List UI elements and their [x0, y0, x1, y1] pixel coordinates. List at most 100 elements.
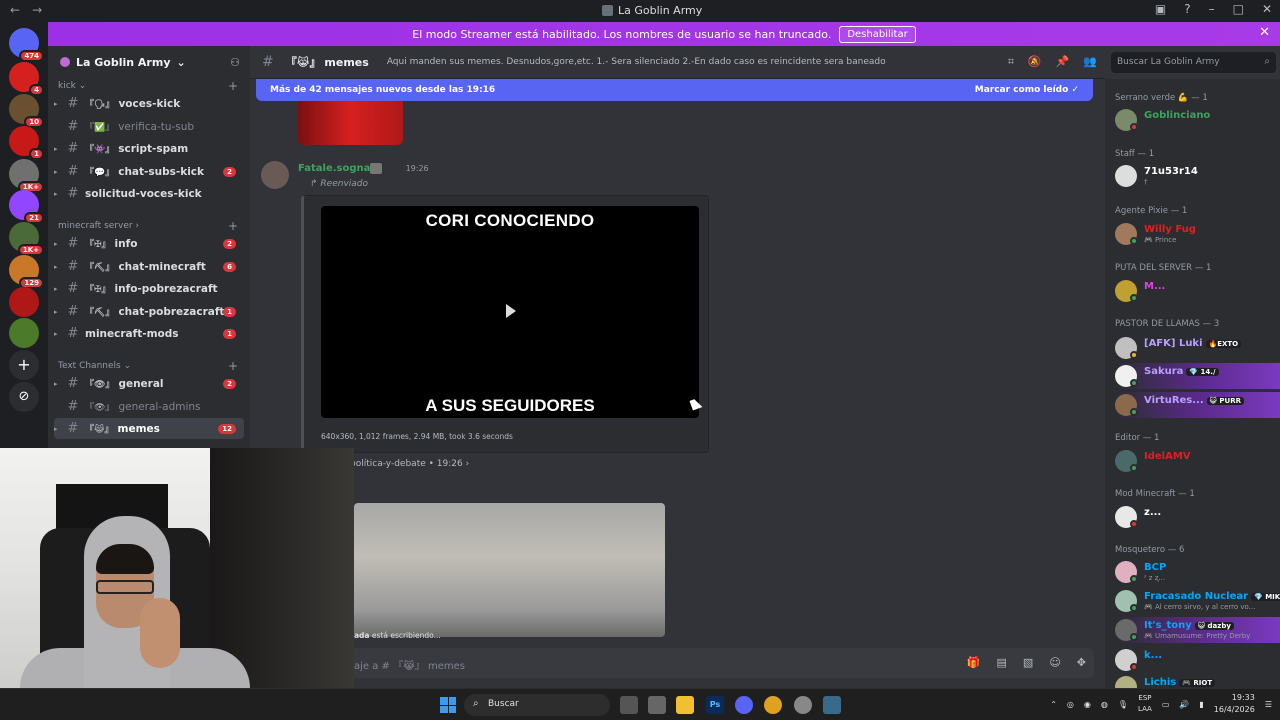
microphone-icon[interactable]: 🎙 [1118, 700, 1128, 709]
server-header[interactable]: La Goblin Army ⌄ ⚇ [48, 46, 250, 78]
add-server-icon[interactable]: + [9, 350, 39, 380]
channel-script-spam[interactable]: ▸ # 『👾』 script-spam [54, 138, 244, 159]
close-icon[interactable]: ✕ [1259, 25, 1270, 40]
maximize-button[interactable]: □ [1233, 2, 1244, 16]
pin-icon[interactable]: 📌 [1056, 55, 1070, 69]
message-input[interactable]: aje a # 『😹』 memes 🎁 ▤ ▧ ☺ ✥ [256, 648, 1094, 678]
server-icon[interactable]: 1 [9, 126, 44, 160]
channel-chat-minecraft[interactable]: ▸ # 『⛏』 chat-minecraft 6 [54, 256, 244, 277]
help-icon[interactable]: ? [1184, 2, 1190, 16]
thread-link[interactable]: política-y-debate • 19:26 › [350, 459, 469, 469]
member-item[interactable]: Sakura 💎 14./ [1115, 363, 1280, 389]
member-item[interactable]: M... [1115, 278, 1280, 304]
invite-icon[interactable]: ⚇ [230, 56, 240, 69]
language-indicator[interactable]: ESP LAA [1138, 693, 1152, 715]
chrome-icon[interactable] [764, 696, 782, 714]
member-item[interactable]: 71u53r14 † [1115, 163, 1280, 189]
gif-icon[interactable]: ▤ [997, 656, 1007, 669]
gift-icon[interactable]: 🎁 [967, 656, 981, 669]
member-item[interactable]: VirtuRes... 😺 PURR [1115, 392, 1280, 418]
member-item[interactable]: Fracasado Nuclear💎 MIKU🎮 Al cerro sirvo,… [1115, 588, 1280, 614]
channel-topic[interactable]: Aqui manden sus memes. Desnudos,gore,etc… [387, 57, 886, 67]
channel-chat-pobrezacraft[interactable]: ▸ # 『⛏』 chat-pobrezacraft 1 [54, 301, 244, 322]
hash-icon: # [67, 119, 79, 134]
inbox-icon[interactable]: ▣ [1155, 2, 1166, 16]
member-item[interactable]: [AFK] Luki 🔥EXTO [1115, 335, 1280, 361]
channel-chat-subs-kick[interactable]: ▸ # 『💬』 chat-subs-kick 2 [54, 161, 244, 182]
category-kick[interactable]: kick ⌄ + [58, 79, 238, 93]
member-item[interactable]: Willy Fug 🎮 Prince [1115, 221, 1280, 247]
server-icon[interactable] [9, 318, 39, 348]
discover-icon[interactable]: ⊘ [9, 382, 39, 412]
windows-start-icon[interactable] [440, 697, 456, 713]
member-item[interactable]: Goblinciano [1115, 107, 1280, 133]
channel-voces-kick[interactable]: ▸ # 『🗣』 voces-kick [54, 93, 244, 114]
terminal-icon[interactable] [648, 696, 666, 714]
add-channel-icon[interactable]: + [228, 79, 238, 93]
avatar[interactable] [261, 161, 289, 189]
member-item[interactable]: z... [1115, 504, 1280, 530]
search-input[interactable]: Buscar La Goblin Army ⌕ [1111, 52, 1276, 73]
notification-bell-icon[interactable]: 🔕 [1028, 55, 1042, 69]
taskbar-search[interactable]: ⌕ Buscar [464, 694, 610, 716]
server-icon[interactable]: 1K+ [9, 159, 44, 193]
new-messages-bar[interactable]: Más de 42 mensajes nuevos desde las 19:1… [256, 79, 1093, 101]
member-item[interactable]: k... [1115, 647, 1280, 673]
add-channel-icon[interactable]: + [228, 219, 238, 233]
clock[interactable]: 19:33 16/4/2026 [1214, 692, 1255, 716]
calculator-icon[interactable] [823, 696, 841, 714]
chevron-up-icon[interactable]: ⌃ [1050, 700, 1057, 709]
threads-icon[interactable]: ⌗ [1008, 55, 1014, 69]
channel-verifica-tu-sub[interactable]: # 『✅』 verifica-tu-sub [54, 116, 244, 137]
channel-general[interactable]: ▸ # 『👁』 general 2 [54, 373, 244, 394]
server-icon[interactable]: 4 [9, 62, 44, 96]
video-player[interactable]: CORI CONOCIENDO A SUS SEGUIDORES [321, 206, 699, 418]
disable-streamer-button[interactable]: Deshabilitar [839, 25, 916, 43]
twitch-server-icon[interactable]: 21 [9, 190, 44, 224]
user-tag-icon [370, 163, 382, 174]
sticker-icon[interactable]: ▧ [1023, 656, 1033, 669]
channel-info-pobrezacraft[interactable]: ▸ # 『✠』 info-pobrezacraft [54, 278, 244, 299]
server-icon[interactable]: 1K+ [9, 222, 44, 256]
member-item[interactable]: BCP ᶻ z ʐ... [1115, 559, 1280, 585]
task-view-icon[interactable] [620, 696, 638, 714]
channel-minecraft-mods[interactable]: ▸ # minecraft-mods 1 [54, 323, 244, 344]
apps-icon[interactable]: ✥ [1077, 656, 1086, 669]
file-explorer-icon[interactable] [676, 696, 694, 714]
channel-general-admins[interactable]: # 『👁』 general-admins [54, 396, 244, 417]
mark-as-read-button[interactable]: Marcar como leído ✓ [975, 85, 1079, 95]
image-attachment[interactable] [354, 503, 665, 637]
play-icon[interactable] [506, 304, 516, 318]
avatar [1115, 165, 1137, 187]
channel-memes[interactable]: ▸ # 『😹』 memes 12 [54, 418, 244, 439]
server-icon[interactable] [9, 287, 39, 317]
back-arrow-icon[interactable]: ← [10, 3, 20, 17]
channel-solicitud-voces-kick[interactable]: ▸ # solicitud-voces-kick [54, 183, 244, 204]
server-icon[interactable]: 129 [9, 255, 44, 289]
app-icon[interactable] [794, 696, 812, 714]
discord-icon[interactable] [735, 696, 753, 714]
add-channel-icon[interactable]: + [228, 359, 238, 373]
notifications-icon[interactable]: ☰ [1265, 700, 1272, 709]
tray-app-icon[interactable]: ◉ [1084, 700, 1091, 709]
emoji-icon[interactable]: ☺ [1049, 656, 1060, 669]
member-list-icon[interactable]: 👥 [1083, 55, 1097, 69]
previous-media-attachment[interactable] [298, 101, 403, 145]
server-icon[interactable]: 10 [9, 94, 44, 128]
channel-info[interactable]: ▸ # 『✠』 info 2 [54, 233, 244, 254]
hash-icon: # [67, 326, 79, 341]
photoshop-icon[interactable]: Ps [706, 696, 724, 714]
direct-messages-icon[interactable]: 474 [9, 28, 44, 62]
volume-icon[interactable]: 🔊 [1179, 700, 1189, 709]
forward-arrow-icon[interactable]: → [32, 3, 42, 17]
member-item[interactable]: IdelAMV [1115, 448, 1280, 474]
network-icon[interactable]: ▭ [1162, 700, 1170, 709]
category-minecraft-server[interactable]: minecraft server › + [58, 219, 238, 233]
battery-icon[interactable]: ▮ [1199, 700, 1203, 709]
member-item[interactable]: It's_tony 😺 dazby 🎮 Umamusume: Pretty Derb… [1115, 617, 1280, 643]
tray-app-icon[interactable]: ◎ [1067, 700, 1074, 709]
tray-app-icon[interactable]: ◍ [1101, 700, 1108, 709]
category-text-channels[interactable]: Text Channels ⌄ + [58, 359, 238, 373]
minimize-button[interactable]: – [1209, 2, 1215, 16]
close-button[interactable]: ✕ [1262, 2, 1272, 16]
